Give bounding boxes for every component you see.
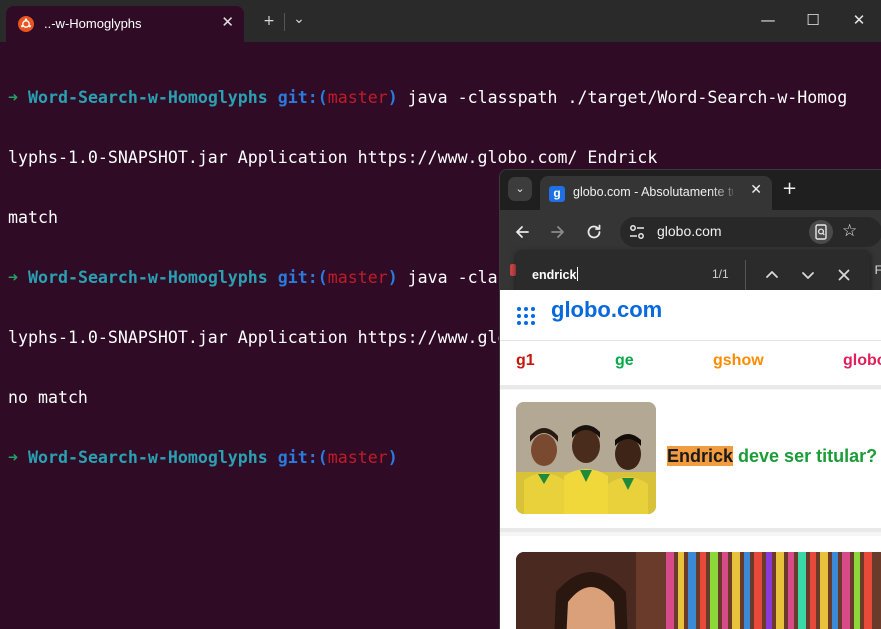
browser-tab-title: globo.com - Absolutamente tudo — [573, 185, 733, 199]
close-icon[interactable]: ✕ — [221, 13, 234, 31]
browser-tabstrip: ⌄ g globo.com - Absolutamente tudo ✕ + — [500, 170, 881, 210]
tab-search-button[interactable]: ⌄ — [508, 177, 532, 201]
prompt-directory: Word-Search-w-Homoglyphs — [28, 268, 268, 287]
find-match-count: 1/1 — [712, 267, 729, 281]
text-caret — [577, 267, 579, 281]
site-settings-icon[interactable] — [628, 223, 646, 241]
close-icon[interactable] — [835, 266, 853, 284]
news-card[interactable] — [500, 536, 881, 629]
window-close-button[interactable]: ✕ — [847, 10, 871, 30]
forward-arrow-icon[interactable] — [548, 222, 568, 242]
browser-toolbar: globo.com ☆ — [500, 210, 881, 254]
news-headline[interactable]: Endrick deve ser titular? E — [667, 446, 881, 467]
address-bar[interactable]: globo.com ☆ — [620, 217, 881, 247]
prompt-arrow: ➜ — [8, 448, 18, 467]
globo-header: globo.com — [500, 290, 881, 341]
address-url: globo.com — [657, 223, 722, 239]
terminal-line: ➜ Word-Search-w-Homoglyphs git:(master) … — [8, 88, 847, 108]
nav-link-gshow[interactable]: gshow — [713, 352, 764, 370]
nav-link-ge[interactable]: ge — [615, 352, 634, 370]
new-tab-button[interactable]: + — [782, 178, 797, 199]
prompt-git-label: git:( — [277, 448, 328, 467]
terminal-titlebar: ..-w-Homoglyphs ✕ + ⌄ — ☐ ✕ — [0, 0, 881, 42]
maximize-button[interactable]: ☐ — [801, 10, 825, 30]
news-card[interactable]: Endrick deve ser titular? E — [500, 390, 881, 532]
prompt-arrow: ➜ — [8, 268, 18, 287]
prompt-git-label: git:( — [277, 268, 328, 287]
news-image[interactable] — [516, 552, 881, 629]
find-query: endrick — [532, 268, 577, 282]
back-arrow-icon[interactable] — [512, 222, 532, 242]
headline-text: deve ser titular? E — [733, 446, 881, 466]
command-text: java -classpath ./target/Word-Search-w-H… — [397, 88, 848, 107]
bookmark-item[interactable]: F — [875, 263, 881, 277]
prompt-branch: master — [327, 268, 388, 287]
chevron-up-icon[interactable] — [763, 266, 781, 284]
close-icon[interactable]: ✕ — [750, 182, 762, 198]
prompt-branch: master — [327, 88, 388, 107]
chevron-down-icon[interactable]: ⌄ — [287, 10, 311, 28]
menu-grid-icon[interactable] — [516, 306, 536, 326]
web-page: globo.com g1 ge gshow globo — [500, 290, 881, 629]
globo-favicon-icon: g — [549, 186, 565, 202]
find-in-page-icon[interactable] — [809, 220, 833, 244]
bookmark-star-icon[interactable]: ☆ — [842, 221, 857, 241]
find-divider — [745, 260, 746, 290]
nav-link-g1[interactable]: g1 — [516, 352, 535, 370]
terminal-tab[interactable]: ..-w-Homoglyphs ✕ — [6, 6, 244, 42]
prompt-directory: Word-Search-w-Homoglyphs — [28, 88, 268, 107]
browser-tab[interactable]: g globo.com - Absolutamente tudo ✕ — [540, 176, 772, 210]
ubuntu-icon — [18, 16, 34, 32]
chevron-down-icon[interactable] — [799, 266, 817, 284]
terminal-line: lyphs-1.0-SNAPSHOT.jar Application https… — [8, 148, 658, 167]
minimize-button[interactable]: — — [756, 10, 780, 30]
nav-link-globoplay[interactable]: globo — [843, 352, 881, 370]
news-image[interactable] — [516, 402, 656, 514]
globo-nav: g1 ge gshow globo — [500, 341, 881, 389]
search-highlight: Endrick — [667, 446, 734, 466]
titlebar-divider — [284, 13, 285, 31]
reload-icon[interactable] — [584, 222, 604, 242]
new-tab-button[interactable]: + — [257, 12, 281, 30]
prompt-git-close: ) — [387, 88, 398, 107]
find-input[interactable]: endrick — [532, 267, 579, 282]
browser-window: ⌄ g globo.com - Absolutamente tudo ✕ + g… — [499, 169, 881, 629]
tab-title-fade — [710, 180, 740, 204]
prompt-arrow: ➜ — [8, 88, 18, 107]
prompt-branch: master — [327, 448, 388, 467]
terminal-tab-title: ..-w-Homoglyphs — [44, 16, 142, 31]
prompt-git-close: ) — [387, 268, 398, 287]
prompt-directory: Word-Search-w-Homoglyphs — [28, 448, 268, 467]
prompt-git-close: ) — [387, 448, 398, 467]
globo-logo[interactable]: globo.com — [551, 297, 662, 323]
prompt-git-label: git:( — [277, 88, 328, 107]
